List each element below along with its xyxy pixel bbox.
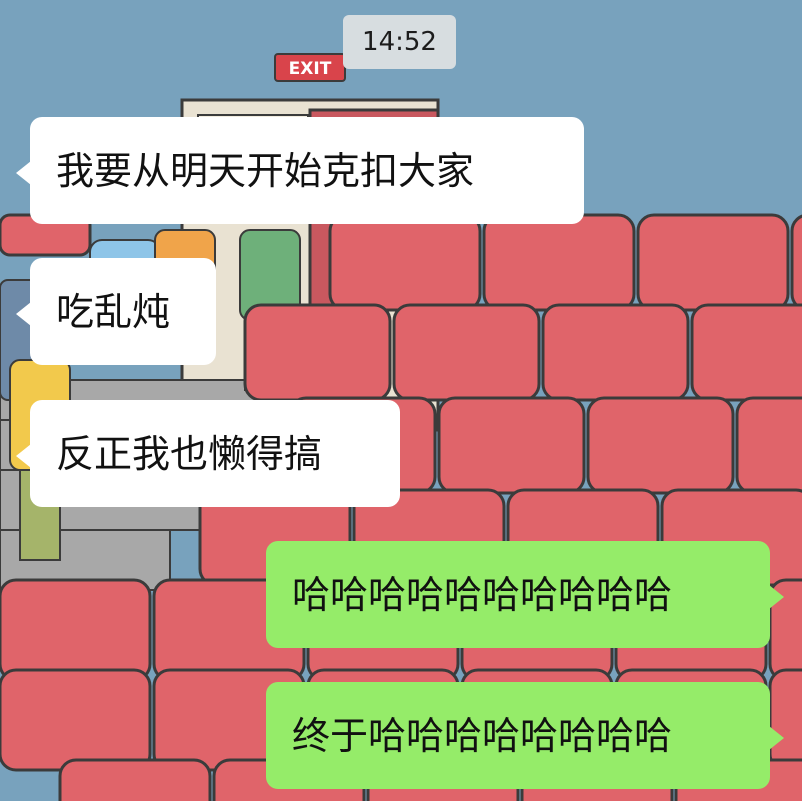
cinema-seat bbox=[768, 668, 802, 772]
cinema-seat bbox=[636, 213, 790, 312]
message-bubble-outgoing[interactable]: 终于哈哈哈哈哈哈哈哈 bbox=[266, 682, 784, 789]
cinema-seat bbox=[586, 396, 735, 495]
message-text: 我要从明天开始克扣大家 bbox=[56, 148, 475, 193]
cinema-seat bbox=[735, 396, 802, 495]
message-bubble-incoming[interactable]: 吃乱炖 bbox=[16, 258, 216, 365]
cinema-seat bbox=[541, 303, 690, 402]
message-text: 终于哈哈哈哈哈哈哈哈 bbox=[292, 713, 673, 758]
timestamp-badge: 14:52 bbox=[343, 15, 456, 69]
cinema-seat bbox=[0, 668, 152, 772]
svg-text:EXIT: EXIT bbox=[289, 59, 332, 79]
cinema-seat bbox=[482, 213, 636, 312]
cinema-seat bbox=[790, 214, 802, 311]
message-text: 哈哈哈哈哈哈哈哈哈哈 bbox=[292, 572, 673, 617]
message-text: 反正我也懒得搞 bbox=[56, 431, 323, 476]
message-bubble-outgoing[interactable]: 哈哈哈哈哈哈哈哈哈哈 bbox=[266, 541, 784, 648]
cinema-seat bbox=[392, 303, 541, 402]
cinema-seat bbox=[243, 303, 392, 402]
message-bubble-incoming[interactable]: 我要从明天开始克扣大家 bbox=[16, 117, 584, 224]
cinema-seat bbox=[437, 396, 586, 495]
cinema-seat bbox=[690, 303, 802, 402]
message-bubble-incoming[interactable]: 反正我也懒得搞 bbox=[16, 400, 400, 507]
cinema-seat bbox=[0, 578, 152, 682]
cinema-seat bbox=[328, 213, 482, 312]
exit-sign: EXIT bbox=[274, 53, 346, 82]
cinema-seat bbox=[58, 758, 212, 801]
message-text: 吃乱炖 bbox=[56, 289, 171, 334]
